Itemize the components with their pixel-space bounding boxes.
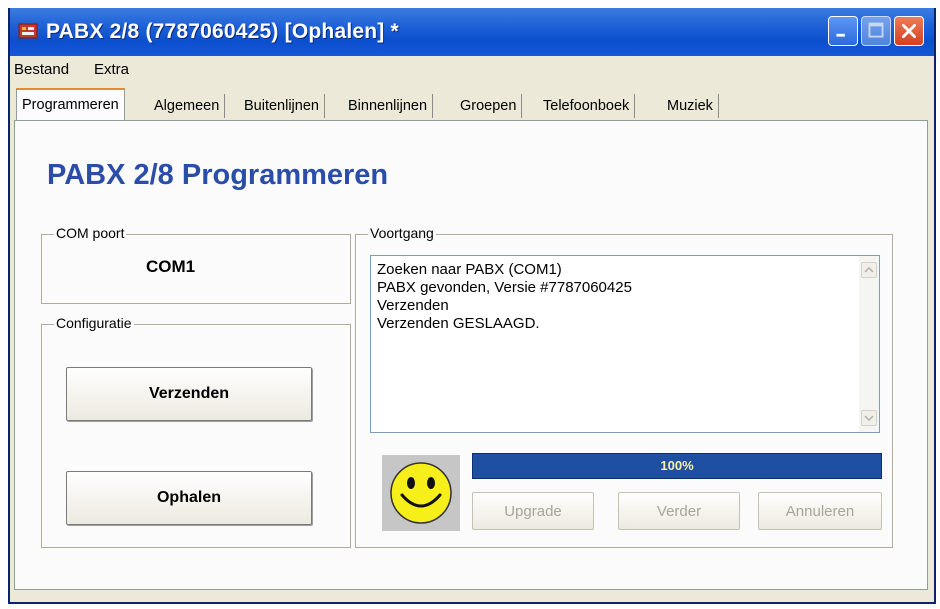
scroll-down-button[interactable] <box>861 410 877 426</box>
com-port-value: COM1 <box>146 257 196 276</box>
tab-strip: Programmeren Algemeen Buitenlijnen Binne… <box>10 88 934 122</box>
upgrade-button[interactable]: Upgrade <box>472 492 594 530</box>
page-title: PABX 2/8 Programmeren <box>47 159 389 191</box>
log-line: Verzenden GESLAAGD. <box>377 315 540 332</box>
cancel-button[interactable]: Annuleren <box>758 492 882 530</box>
close-icon <box>902 24 916 38</box>
log-line: Zoeken naar PABX (COM1) <box>377 261 562 278</box>
com-port-group: COM poort COM1 <box>41 225 351 304</box>
window-title: PABX 2/8 (7787060425) [Ophalen] * <box>46 20 399 43</box>
next-button[interactable]: Verder <box>618 492 740 530</box>
fetch-button[interactable]: Ophalen <box>66 471 312 525</box>
tab-binnenlijnen[interactable]: Binnenlijnen <box>343 94 434 118</box>
app-icon <box>18 23 38 39</box>
programmeren-panel: PABX 2/8 Programmeren COM poort COM1 Con… <box>14 120 928 590</box>
maximize-icon <box>868 22 884 38</box>
com-port-label: COM poort <box>54 225 127 241</box>
tab-muziek[interactable]: Muziek <box>662 94 719 118</box>
minimize-icon <box>836 33 845 37</box>
progress-label: Voortgang <box>368 225 436 241</box>
progress-percent: 100% <box>660 458 694 473</box>
tab-buitenlijnen[interactable]: Buitenlijnen <box>239 94 325 118</box>
log-line: PABX gevonden, Versie #7787060425 <box>377 279 632 296</box>
menu-extra[interactable]: Extra <box>94 61 129 78</box>
log-scrollbar[interactable] <box>859 256 879 432</box>
tab-groepen[interactable]: Groepen <box>455 94 523 118</box>
progress-group: Voortgang Zoeken naar PABX (COM1) PABX g… <box>355 225 893 548</box>
configuration-label: Configuratie <box>54 315 134 331</box>
progress-log[interactable]: Zoeken naar PABX (COM1) PABX gevonden, V… <box>370 255 880 433</box>
log-line: Verzenden <box>377 297 449 314</box>
smiley-icon <box>390 462 452 524</box>
chevron-up-icon <box>864 266 874 273</box>
title-bar[interactable]: PABX 2/8 (7787060425) [Ophalen] * <box>10 8 934 56</box>
send-button[interactable]: Verzenden <box>66 367 312 421</box>
chevron-down-icon <box>864 415 874 422</box>
close-button[interactable] <box>894 16 924 46</box>
scroll-up-button[interactable] <box>861 262 877 278</box>
minimize-button[interactable] <box>828 16 858 46</box>
tab-algemeen[interactable]: Algemeen <box>149 94 226 118</box>
progress-bar: 100% <box>472 453 882 479</box>
configuration-group: Configuratie Verzenden Ophalen <box>41 315 351 548</box>
status-indicator <box>382 455 460 531</box>
app-window: PABX 2/8 (7787060425) [Ophalen] * Bestan… <box>8 8 936 604</box>
maximize-button[interactable] <box>861 16 891 46</box>
tab-telefoonboek[interactable]: Telefoonboek <box>538 94 636 118</box>
tab-programmeren[interactable]: Programmeren <box>16 88 125 122</box>
menu-bar: Bestand Extra <box>10 58 934 82</box>
menu-bestand[interactable]: Bestand <box>14 61 69 78</box>
